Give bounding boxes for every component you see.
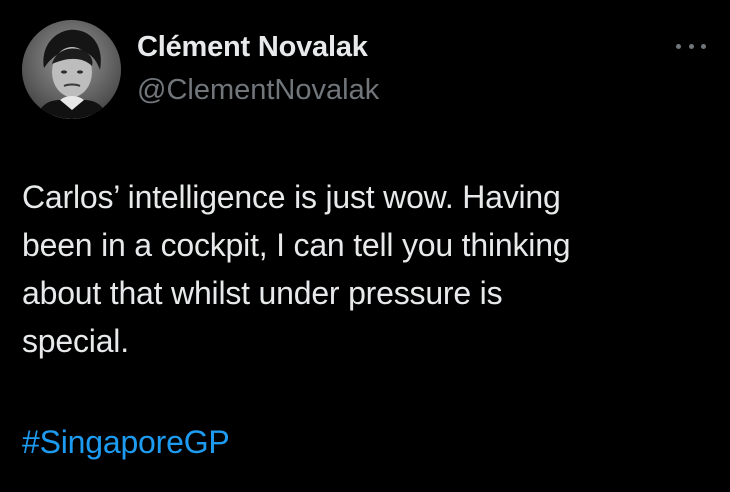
- author-name[interactable]: Clément Novalak: [137, 31, 368, 64]
- hashtag-link[interactable]: #SingaporeGP: [22, 418, 230, 466]
- tweet-card: Clément Novalak @ClementNovalak Carlos’ …: [0, 0, 730, 492]
- more-options-icon[interactable]: [676, 38, 706, 54]
- avatar[interactable]: [22, 20, 121, 119]
- author-handle[interactable]: @ClementNovalak: [137, 74, 379, 107]
- profile-photo-icon: [22, 20, 121, 119]
- more-dot: [701, 43, 706, 49]
- tweet-text: Carlos’ intelligence is just wow. Having…: [22, 179, 571, 359]
- more-dot: [676, 43, 681, 49]
- more-dot: [688, 43, 694, 49]
